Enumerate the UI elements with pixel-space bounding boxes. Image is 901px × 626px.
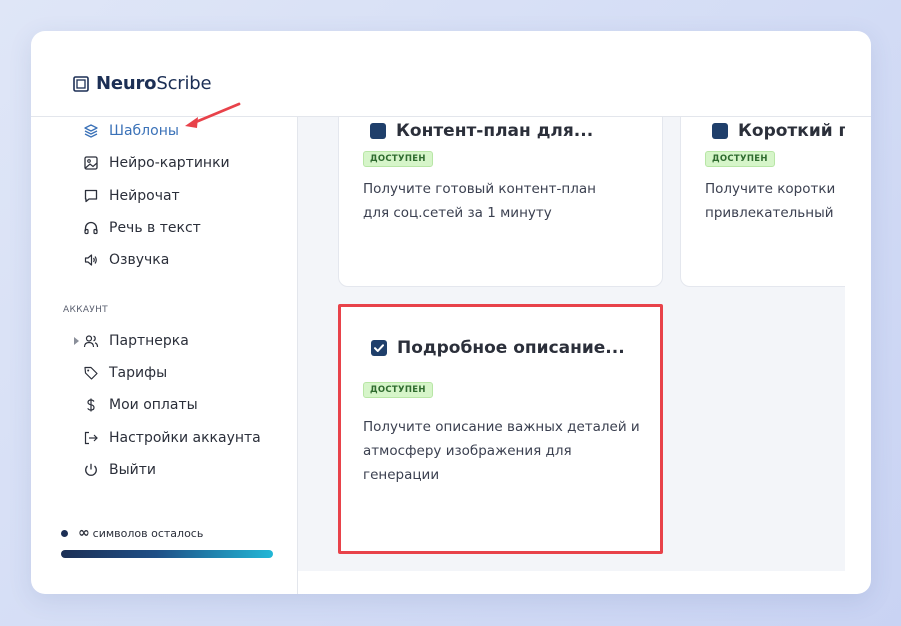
card-title: Контент-план для... xyxy=(369,121,593,141)
headphones-icon xyxy=(83,220,99,236)
account-section-label: аккаунт xyxy=(63,305,108,315)
caret-right-icon[interactable] xyxy=(74,337,79,345)
template-icon xyxy=(370,123,386,139)
sidebar-item-voiceover[interactable]: Озвучка xyxy=(83,252,169,268)
card-description-line: привлекательный xyxy=(705,205,834,221)
status-badge: доступен xyxy=(363,151,433,167)
card-title-text: Контент-план для... xyxy=(396,121,594,141)
sidebar-item-tariffs[interactable]: Тарифы xyxy=(83,365,167,381)
card-description-line: Получите коротки xyxy=(705,181,836,197)
checkbox-icon xyxy=(371,340,387,356)
sidebar-item-label: Тарифы xyxy=(109,365,168,381)
sidebar-item-neurochat[interactable]: Нейрочат xyxy=(83,188,180,204)
infinity-symbol: ∞ xyxy=(78,525,90,541)
status-badge: доступен xyxy=(363,382,433,398)
card-title: Подробное описание... xyxy=(370,338,625,358)
users-icon xyxy=(83,333,99,349)
card-title-text: Подробное описание... xyxy=(397,338,625,358)
layers-icon xyxy=(83,123,99,139)
power-icon xyxy=(83,462,99,478)
sidebar-item-neuro-images[interactable]: Нейро-картинки xyxy=(83,155,230,171)
symbols-quota: ∞ символов осталось xyxy=(61,525,203,541)
sidebar-item-logout[interactable]: Выйти xyxy=(83,462,156,478)
template-card-highlighted[interactable]: Подробное описание... доступен Получите … xyxy=(338,304,663,554)
sidebar-item-label: Настройки аккаунта xyxy=(109,430,261,446)
sidebar-item-label: Мои оплаты xyxy=(109,397,198,413)
sidebar-item-templates[interactable]: Шаблоны xyxy=(83,123,179,139)
app-logo[interactable]: Neuro Scribe xyxy=(73,73,212,94)
templates-grid: Контент-план для... доступен Получите го… xyxy=(298,117,845,571)
card-description: Получите коротки привлекательный xyxy=(705,177,845,225)
status-badge: доступен xyxy=(705,151,775,167)
sidebar-item-label: Озвучка xyxy=(109,252,170,268)
sidebar-item-label: Речь в текст xyxy=(109,220,201,236)
tag-icon xyxy=(83,365,99,381)
template-icon xyxy=(712,123,728,139)
sidebar-item-label: Партнерка xyxy=(109,333,189,349)
sidebar-item-payments[interactable]: Мои оплаты xyxy=(83,397,198,413)
sidebar-item-label: Выйти xyxy=(109,462,157,478)
quota-dot xyxy=(61,529,68,537)
card-description: Получите описание важных деталей и атмос… xyxy=(363,419,640,483)
logo-text-bold: Neuro xyxy=(96,73,157,94)
signin-icon xyxy=(83,430,99,446)
quota-progress-bar xyxy=(61,550,273,558)
template-card[interactable]: Контент-план для... доступен Получите го… xyxy=(338,117,663,287)
image-icon xyxy=(83,155,99,171)
logo-icon xyxy=(73,75,89,92)
sidebar-item-label: Нейро-картинки xyxy=(109,155,230,171)
speaker-icon xyxy=(83,252,99,268)
sidebar-item-speech-to-text[interactable]: Речь в текст xyxy=(83,220,201,236)
card-description: Получите готовый контент-план для соц.се… xyxy=(363,181,596,221)
logo-text-light: Scribe xyxy=(156,73,212,94)
template-card[interactable]: Короткий г доступен Получите коротки при… xyxy=(680,117,845,287)
sidebar-item-partner[interactable]: Партнерка xyxy=(74,333,189,349)
annotation-arrow-icon xyxy=(185,102,241,128)
card-title: Короткий г xyxy=(711,121,845,141)
sidebar-item-label: Нейрочат xyxy=(109,188,180,204)
quota-label: символов осталось xyxy=(92,526,204,540)
sidebar-item-label: Шаблоны xyxy=(109,123,179,139)
dollar-icon xyxy=(83,397,99,413)
card-title-text: Короткий г xyxy=(738,121,845,141)
app-window: Neuro Scribe Шаблоны Нейро-картинки Нейро… xyxy=(31,31,871,594)
sidebar-item-account-settings[interactable]: Настройки аккаунта xyxy=(83,430,261,446)
chat-icon xyxy=(83,188,99,204)
